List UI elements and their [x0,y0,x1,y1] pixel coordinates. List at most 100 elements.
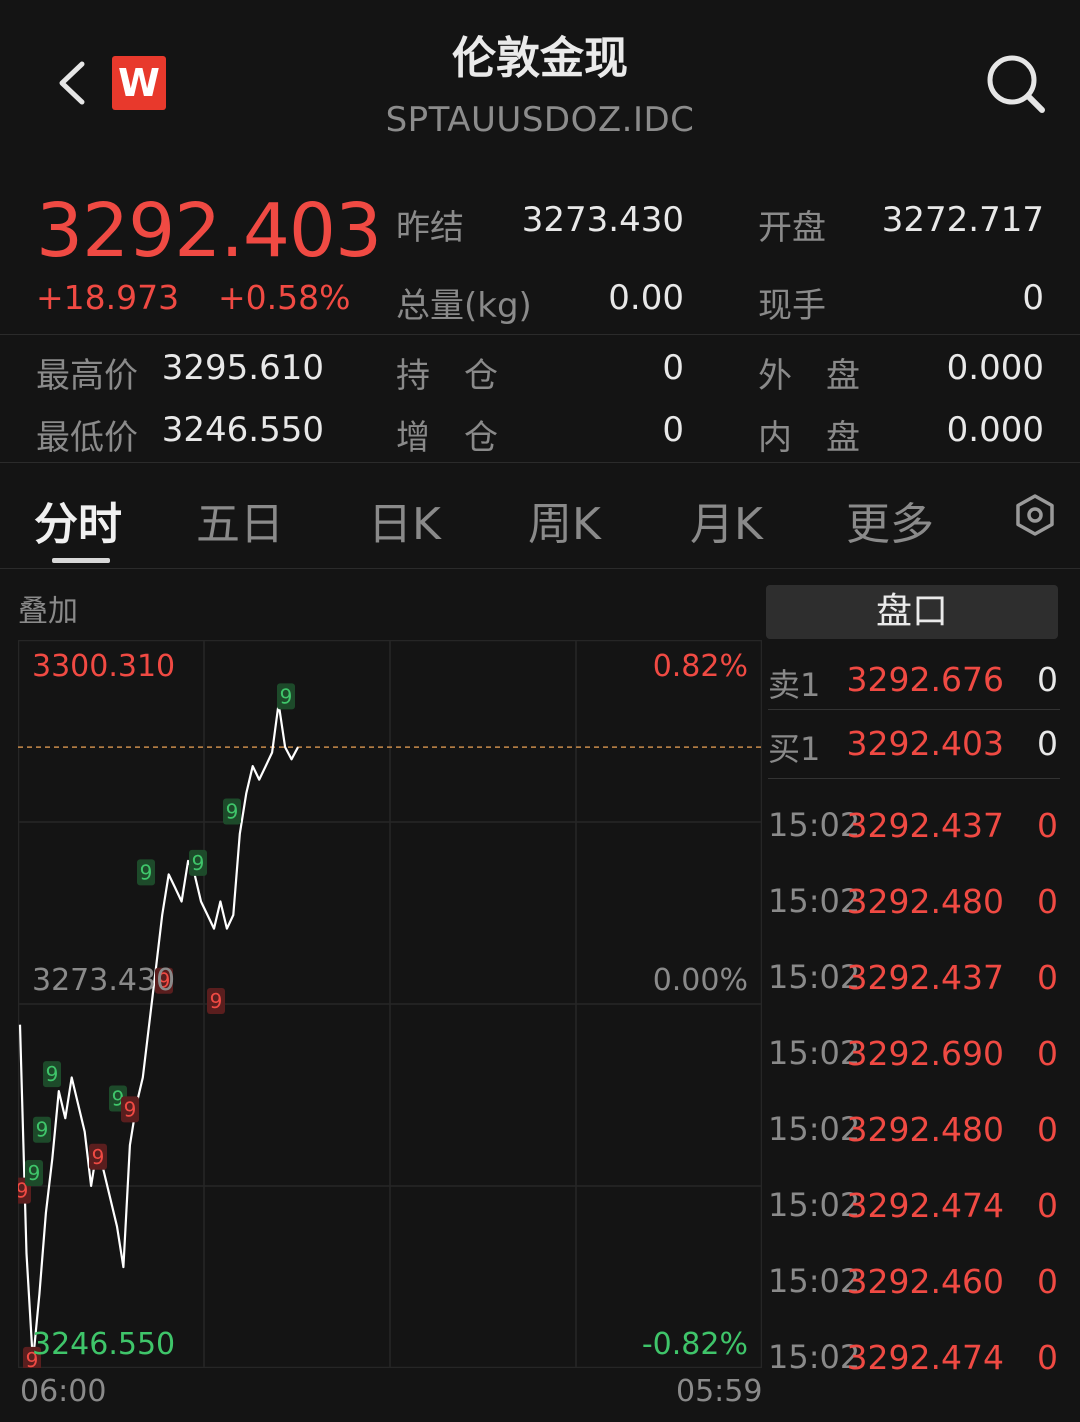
tick-row: 15:02 3292.480 0 [768,882,1062,944]
tick-row: 15:02 3292.437 0 [768,958,1062,1020]
price-line [18,702,299,1364]
stat-label-high: 最高价 [36,356,138,396]
tick-row: 15:02 3292.480 0 [768,1110,1062,1172]
stat-value-prev-settle: 3273.430 [521,200,684,240]
tick-volume: 0 [1037,1262,1058,1301]
stat-label-low: 最低价 [36,418,138,458]
symbol-code: SPTAUUSDOZ.IDC [385,100,695,140]
svg-text:9: 9 [192,851,205,875]
stat-label-outer: 外 盘 [758,356,860,396]
tick-price: 3292.474 [846,1186,1004,1225]
stat-label-current-hand: 现手 [758,286,826,326]
tab-daily-k[interactable]: 日K [368,488,441,552]
svg-text:9: 9 [280,684,293,708]
divider [768,709,1060,710]
price-change: +18.973 [36,278,180,317]
page-title: 伦敦金现 [452,33,628,84]
tick-price: 3292.437 [846,958,1004,997]
signal-marker: 9 [33,1116,51,1143]
tick-volume: 0 [1037,882,1058,921]
pct-label-mid: 0.00% [653,963,748,998]
orderbook-level-ask1: 卖1 3292.676 0 [768,660,1062,722]
y-label-bottom: 3246.550 [32,1327,175,1362]
overlay-button[interactable]: 叠加 [18,586,78,630]
divider [0,334,1080,335]
level-price: 3292.676 [846,660,1004,699]
search-icon[interactable] [982,50,1050,118]
stat-label-open-interest: 持 仓 [396,356,498,396]
svg-text:9: 9 [92,1145,105,1169]
divider [0,568,1080,569]
divider [768,778,1060,779]
tick-volume: 0 [1037,806,1058,845]
signal-marker: 9 [189,849,207,876]
intraday-chart[interactable]: 999999 99999999 3300.310 3273.430 3246.55… [18,640,762,1368]
price-change-percent: +0.58% [218,278,351,317]
signal-marker: 9 [277,683,295,710]
tick-volume: 0 [1037,1338,1058,1377]
stat-label-open: 开盘 [758,208,826,248]
tick-volume: 0 [1037,958,1058,997]
svg-text:9: 9 [36,1118,49,1142]
level-label: 买1 [768,730,821,768]
tab-more[interactable]: 更多 [846,488,934,552]
tick-volume: 0 [1037,1110,1058,1149]
signal-marker: 9 [223,798,241,825]
level-price: 3292.403 [846,724,1004,763]
y-label-mid: 3273.430 [32,963,175,998]
tick-volume: 0 [1037,1034,1058,1073]
svg-text:9: 9 [226,799,239,823]
stat-value-inner: 0.000 [946,410,1044,450]
stat-label-position-change: 增 仓 [396,418,498,458]
stat-label-inner: 内 盘 [758,418,860,458]
time-axis-end: 05:59 [676,1374,763,1409]
tick-price: 3292.437 [846,806,1004,845]
y-label-top: 3300.310 [32,649,175,684]
stat-label-prev-settle: 昨结 [396,208,464,248]
tick-volume: 0 [1037,1186,1058,1225]
tick-price: 3292.690 [846,1034,1004,1073]
active-tab-indicator [52,558,110,563]
divider [0,462,1080,463]
settings-icon[interactable] [1014,494,1056,536]
signal-marker: 9 [43,1061,61,1088]
tick-price: 3292.460 [846,1262,1004,1301]
tick-row: 15:02 3292.474 0 [768,1338,1062,1400]
level-volume: 0 [1037,724,1058,763]
orderbook-header-button[interactable]: 盘口 [766,585,1058,639]
signal-marker: 9 [207,988,225,1015]
tick-row: 15:02 3292.474 0 [768,1186,1062,1248]
signal-marker: 9 [89,1143,107,1170]
svg-text:9: 9 [124,1097,137,1121]
signal-marker: 9 [121,1096,139,1123]
chart-grid [18,640,762,1368]
time-axis-start: 06:00 [20,1374,107,1409]
svg-text:9: 9 [210,989,223,1013]
stat-value-open: 3272.717 [881,200,1044,240]
tick-price: 3292.480 [846,882,1004,921]
tick-price: 3292.480 [846,1110,1004,1149]
tick-row: 15:02 3292.690 0 [768,1034,1062,1096]
stat-value-low: 3246.550 [161,410,324,450]
tab-weekly-k[interactable]: 周K [528,488,601,552]
stat-label-volume: 总量(kg) [396,286,532,326]
stat-value-position-change: 0 [662,410,684,450]
stat-value-open-interest: 0 [662,348,684,388]
level-volume: 0 [1037,660,1058,699]
signal-marker: 9 [137,859,155,886]
tick-price: 3292.474 [846,1338,1004,1377]
stat-value-volume: 0.00 [608,278,684,318]
orderbook-level-bid1: 买1 3292.403 0 [768,724,1062,786]
last-price: 3292.403 [36,188,382,274]
stat-value-current-hand: 0 [1022,278,1044,318]
pct-label-top: 0.82% [653,649,748,684]
tab-intraday[interactable]: 分时 [34,488,122,552]
svg-text:9: 9 [46,1062,59,1086]
signal-marker: 9 [25,1160,43,1187]
svg-text:9: 9 [28,1161,41,1185]
stat-value-outer: 0.000 [946,348,1044,388]
tab-monthly-k[interactable]: 月K [690,488,763,552]
svg-text:9: 9 [140,860,153,884]
tick-row: 15:02 3292.437 0 [768,806,1062,868]
tab-five-day[interactable]: 五日 [196,488,284,552]
